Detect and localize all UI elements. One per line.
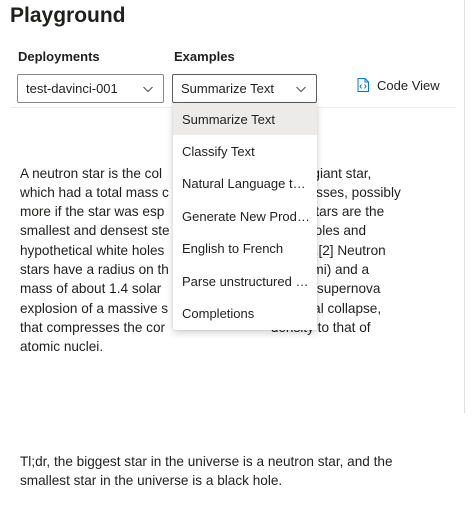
- menu-item-english-to-french[interactable]: English to French: [173, 233, 317, 265]
- panel-divider: [464, 0, 465, 413]
- page-title: Playground: [10, 4, 126, 27]
- deployments-dropdown[interactable]: test-davinci-001: [17, 74, 164, 103]
- menu-item-summarize-text[interactable]: Summarize Text: [173, 103, 317, 136]
- prompt-paragraph: Tl;dr, the biggest star in the universe …: [20, 453, 393, 489]
- examples-value: Summarize Text: [181, 81, 274, 96]
- menu-item-label: Generate New Produ...: [182, 208, 310, 224]
- examples-dropdown[interactable]: Summarize Text: [172, 74, 317, 103]
- menu-item-parse-unstructured[interactable]: Parse unstructured d...: [173, 265, 317, 297]
- chevron-down-icon: [143, 86, 153, 93]
- deployments-label: Deployments: [18, 49, 100, 64]
- menu-item-label: English to French: [182, 241, 284, 257]
- menu-item-natural-language[interactable]: Natural Language to...: [173, 168, 317, 200]
- chevron-down-icon: [296, 86, 306, 93]
- menu-item-label: Summarize Text: [182, 111, 275, 127]
- menu-item-label: Natural Language to...: [182, 176, 310, 192]
- examples-label: Examples: [174, 49, 235, 64]
- menu-item-label: Parse unstructured d...: [182, 273, 310, 289]
- menu-item-generate-new-product[interactable]: Generate New Produ...: [173, 200, 317, 232]
- menu-item-label: Completions: [182, 306, 255, 322]
- code-file-icon: [357, 78, 369, 92]
- menu-item-completions[interactable]: Completions: [173, 297, 317, 329]
- code-view-label: Code View: [377, 77, 440, 93]
- deployments-value: test-davinci-001: [26, 81, 118, 96]
- examples-menu: Summarize Text Classify Text Natural Lan…: [173, 103, 317, 330]
- code-view-button[interactable]: Code View: [357, 75, 440, 95]
- menu-item-label: Classify Text: [182, 144, 255, 160]
- menu-item-classify-text[interactable]: Classify Text: [173, 135, 317, 167]
